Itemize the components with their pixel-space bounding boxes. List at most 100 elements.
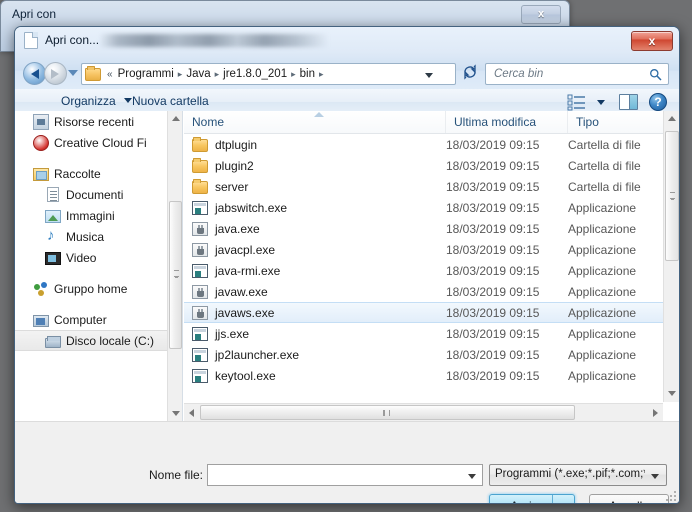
organize-button[interactable]: Organizza [61,94,133,108]
sidebar-item-creative-cloud[interactable]: Creative Cloud Fi [15,132,182,153]
file-modified: 18/03/2019 09:15 [446,158,540,173]
breadcrumb-separator[interactable]: ▸ [288,69,299,80]
close-icon[interactable]: x [631,31,673,51]
table-row[interactable]: jabswitch.exe 18/03/2019 09:15 Applicazi… [184,197,679,218]
sidebar-item-immagini[interactable]: Immagini [15,205,182,226]
scroll-up-icon[interactable] [168,111,182,126]
table-row[interactable]: javaw.exe 18/03/2019 09:15 Applicazione [184,281,679,302]
console-app-icon [192,264,208,278]
breadcrumb-separator[interactable]: ▸ [175,69,186,80]
address-bar-breadcrumb[interactable]: « Programmi ▸ Java ▸ jre1.8.0_201 ▸ bin … [81,63,456,85]
help-icon[interactable]: ? [649,93,667,111]
chevron-down-icon[interactable] [425,73,433,78]
file-type-filter-select[interactable]: Programmi (*.exe;*.pif;*.com;*. [489,464,667,486]
background-window-title: Apri con [12,7,57,21]
search-input[interactable]: Cerca bin [485,63,669,85]
open-button-dropdown[interactable] [552,495,574,503]
resize-grip[interactable] [664,489,676,501]
scroll-up-icon[interactable] [664,111,679,127]
breadcrumb-item-java[interactable]: Java [185,68,211,80]
sidebar-scrollbar[interactable] [167,111,182,421]
recent-locations-icon[interactable] [68,70,78,76]
disk-drive-icon [45,335,61,348]
document-icon [24,32,38,49]
breadcrumb-item-programmi[interactable]: Programmi [117,68,175,80]
scroll-down-icon[interactable] [664,386,679,402]
table-row[interactable]: dtplugin 18/03/2019 09:15 Cartella di fi… [184,134,679,155]
sidebar-item-label: Immagini [66,208,115,223]
file-list-header: Nome Ultima modifica Tipo [184,111,679,134]
java-app-icon [192,306,208,320]
background-window-close-button[interactable]: x [521,5,561,24]
cancel-button[interactable]: Annulla [589,494,669,503]
table-row[interactable]: server 18/03/2019 09:15 Cartella di file [184,176,679,197]
sidebar-scrollbar-thumb[interactable] [169,201,182,349]
sidebar-item-documenti[interactable]: Documenti [15,184,182,205]
chevron-down-icon[interactable] [468,474,476,479]
documents-icon [47,187,59,202]
chevron-down-icon [124,98,133,103]
sidebar-item-label: Musica [66,229,105,244]
sidebar-item-video[interactable]: Video [15,247,182,268]
table-row[interactable]: java-rmi.exe 18/03/2019 09:15 Applicazio… [184,260,679,281]
sidebar-item-musica[interactable]: Musica [15,226,182,247]
file-list-rows: dtplugin 18/03/2019 09:15 Cartella di fi… [184,134,679,402]
scroll-left-icon[interactable] [184,405,199,420]
filename-input[interactable] [207,464,483,486]
file-type: Applicazione [568,221,637,236]
breadcrumb-separator[interactable]: ▸ [316,69,327,80]
search-placeholder: Cerca bin [494,68,544,80]
table-row-selected[interactable]: javaws.exe 18/03/2019 09:15 Applicazione [184,302,679,323]
refresh-icon[interactable] [459,63,481,85]
sidebar-item-risorse-recenti[interactable]: Risorse recenti [15,111,182,132]
sidebar-item-computer[interactable]: Computer [15,309,182,330]
sidebar-item-label: Raccolte [54,166,101,181]
column-header-ultima-modifica[interactable]: Ultima modifica [446,111,568,133]
back-arrow-icon[interactable] [23,62,46,85]
breadcrumb-item-jre[interactable]: jre1.8.0_201 [222,68,288,80]
file-modified: 18/03/2019 09:15 [446,263,540,278]
open-button[interactable]: Apri [489,494,575,503]
table-row[interactable]: jjs.exe 18/03/2019 09:15 Applicazione [184,323,679,344]
file-list-horizontal-scrollbar[interactable] [184,403,663,421]
scroll-right-icon[interactable] [648,405,663,420]
chevron-down-icon[interactable] [597,100,605,105]
breadcrumb-item-bin[interactable]: bin [299,68,316,80]
vertical-scrollbar-thumb[interactable] [665,131,679,261]
sidebar-item-raccolte[interactable]: Raccolte [15,163,182,184]
open-with-file-dialog: Apri con... x « Programmi ▸ Java ▸ jre1.… [14,26,680,504]
sidebar-item-label: Disco locale (C:) [66,333,155,348]
dialog-chrome: Apri con... x « Programmi ▸ Java ▸ jre1.… [15,27,679,117]
file-modified: 18/03/2019 09:15 [446,284,540,299]
table-row[interactable]: java.exe 18/03/2019 09:15 Applicazione [184,218,679,239]
dialog-titlebar[interactable]: Apri con... x [15,27,679,59]
table-row[interactable]: javacpl.exe 18/03/2019 09:15 Applicazion… [184,239,679,260]
file-modified: 18/03/2019 09:15 [446,200,540,215]
table-row[interactable]: plugin2 18/03/2019 09:15 Cartella di fil… [184,155,679,176]
preview-pane-icon[interactable] [619,94,638,110]
file-type: Applicazione [568,347,637,362]
console-app-icon [192,369,208,383]
table-row[interactable]: keytool.exe 18/03/2019 09:15 Applicazion… [184,365,679,386]
breadcrumb-overflow[interactable]: « [105,69,117,80]
folder-icon [192,158,208,173]
scroll-down-icon[interactable] [168,406,182,421]
new-folder-button[interactable]: Nuova cartella [132,94,209,108]
file-name: java.exe [215,221,260,236]
file-type: Applicazione [568,242,637,257]
file-list-vertical-scrollbar[interactable] [663,111,679,402]
sidebar-item-gruppo-home[interactable]: Gruppo home [15,278,182,299]
chevron-down-icon[interactable] [651,474,659,479]
console-app-icon [192,327,208,341]
sidebar-item-label: Computer [54,312,107,327]
view-mode-icon[interactable] [567,94,587,111]
horizontal-scrollbar-thumb[interactable] [200,405,575,420]
column-header-tipo[interactable]: Tipo [568,111,674,133]
table-row[interactable]: jp2launcher.exe 18/03/2019 09:15 Applica… [184,344,679,365]
sidebar-item-disco-locale-c[interactable]: Disco locale (C:) [15,330,182,351]
forward-arrow-icon[interactable] [44,62,67,85]
breadcrumb-separator[interactable]: ▸ [212,69,223,80]
sidebar-item-label: Gruppo home [54,281,128,296]
